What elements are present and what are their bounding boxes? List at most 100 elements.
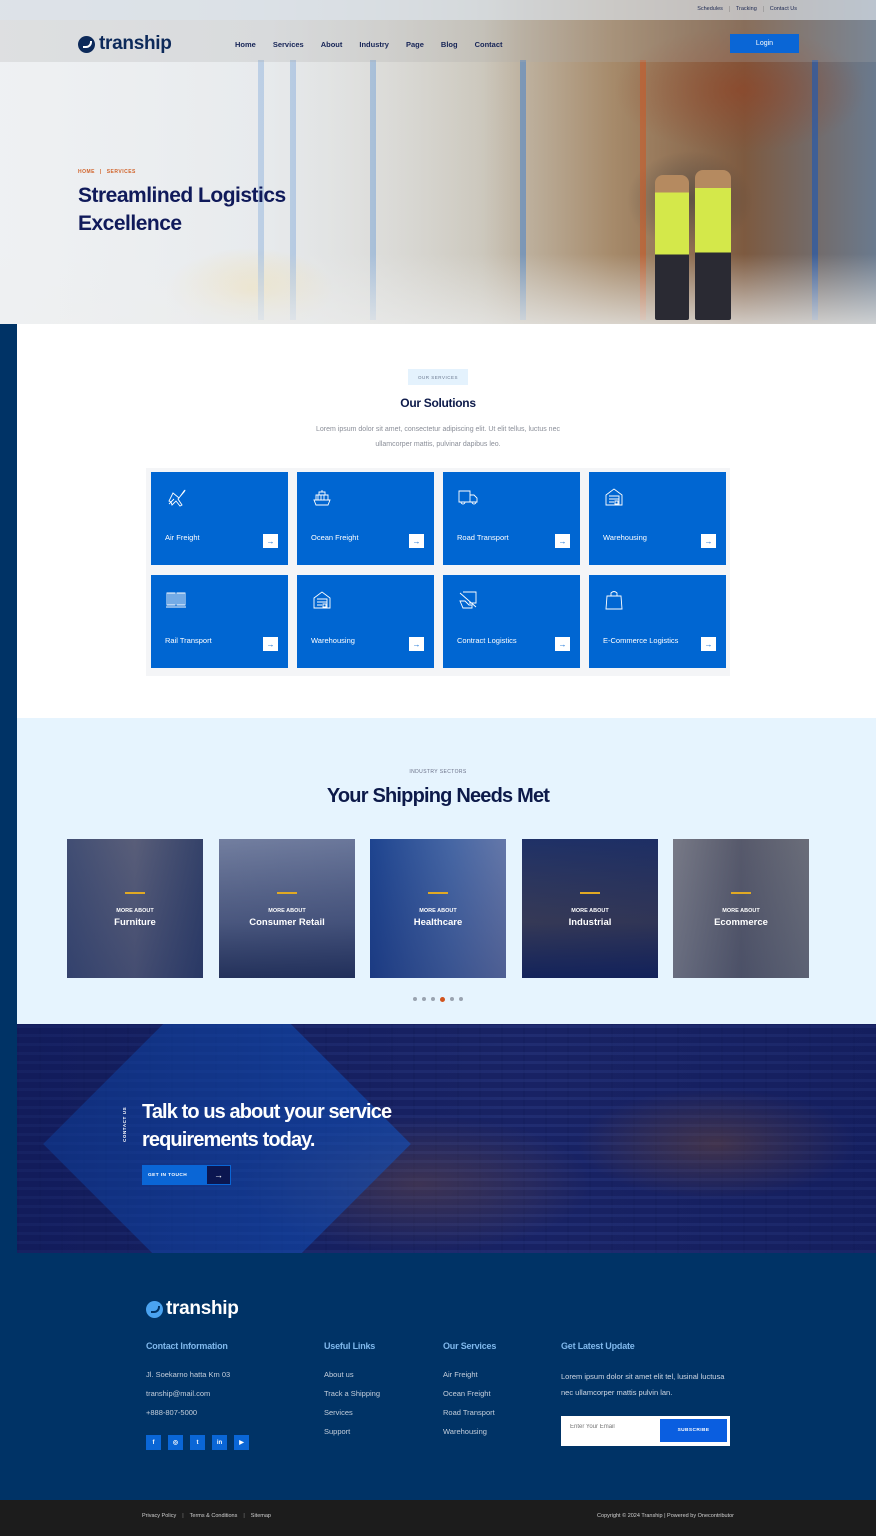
solutions-description: Lorem ipsum dolor sit amet, consectetur … — [316, 426, 560, 448]
service-card-label: Road Transport — [457, 533, 509, 542]
footer-contact-heading: Contact Information — [146, 1341, 228, 1351]
industry-kicker: INDUSTRY SECTORS — [409, 769, 467, 775]
service-card[interactable]: E-Commerce Logistics → — [589, 575, 726, 668]
cta-title: Talk to us about your service requiremen… — [142, 1101, 392, 1151]
service-card[interactable]: Warehousing → — [589, 472, 726, 565]
service-card[interactable]: Rail Transport → — [151, 575, 288, 668]
get-in-touch-button[interactable]: GET IN TOUCH → — [142, 1165, 231, 1185]
footer-email[interactable]: tranship@mail.com — [146, 1388, 230, 1407]
carousel-dot[interactable] — [422, 997, 426, 1001]
breadcrumb-current: SERVICES — [106, 169, 136, 175]
terms-link[interactable]: Terms & Conditions — [190, 1513, 238, 1519]
footer-logo[interactable]: tranship — [146, 1298, 239, 1320]
nav-item-about[interactable]: About — [321, 40, 343, 49]
arrow-right-icon[interactable]: → — [409, 637, 424, 651]
arrow-right-icon: → — [206, 1165, 231, 1185]
logo-mark-icon — [146, 1300, 163, 1318]
linkedin-icon[interactable]: in — [212, 1435, 227, 1450]
industry-card[interactable]: MORE ABOUT Consumer Retail — [219, 839, 355, 978]
industry-card-name: Industrial — [568, 917, 612, 928]
divider: | — [182, 1513, 184, 1519]
service-card[interactable]: Warehousing → — [297, 575, 434, 668]
industry-card[interactable]: MORE ABOUT Healthcare — [370, 839, 506, 978]
subscribe-button[interactable]: SUBSCRIBE — [660, 1419, 727, 1442]
truck-icon — [458, 490, 478, 505]
service-card-label: Warehousing — [603, 533, 647, 542]
nav-item-page[interactable]: Page — [406, 40, 424, 49]
footer-service-road[interactable]: Road Transport — [443, 1407, 496, 1426]
arrow-right-icon[interactable]: → — [701, 534, 716, 548]
social-links: f ◎ t in ▶ — [146, 1435, 249, 1450]
service-card[interactable]: Ocean Freight → — [297, 472, 434, 565]
footer-link-about[interactable]: About us — [324, 1369, 380, 1388]
login-button[interactable]: Login — [730, 34, 799, 53]
accent-bar — [125, 892, 145, 894]
footer-service-air[interactable]: Air Freight — [443, 1369, 496, 1388]
footer-brand-name: tranship — [166, 1298, 239, 1319]
brand-logo[interactable]: tranship — [78, 33, 172, 55]
industry-card-kicker: MORE ABOUT — [268, 908, 306, 914]
carousel-dot[interactable] — [431, 997, 435, 1001]
nav-item-home[interactable]: Home — [235, 40, 256, 49]
arrow-right-icon[interactable]: → — [555, 534, 570, 548]
service-card-label: Rail Transport — [165, 636, 212, 645]
industry-card-kicker: MORE ABOUT — [722, 908, 760, 914]
service-card[interactable]: Contract Logistics → — [443, 575, 580, 668]
footer-address: Jl. Soekarno hatta Km 03 — [146, 1370, 231, 1379]
accent-bar — [731, 892, 751, 894]
carousel-dot[interactable] — [459, 997, 463, 1001]
footer-link-services[interactable]: Services — [324, 1407, 380, 1426]
twitter-icon[interactable]: t — [190, 1435, 205, 1450]
airplane-icon — [168, 489, 186, 507]
footer-service-ocean[interactable]: Ocean Freight — [443, 1388, 496, 1407]
sitemap-link[interactable]: Sitemap — [251, 1513, 271, 1519]
topbar-link-tracking[interactable]: Tracking — [728, 6, 763, 12]
facebook-icon[interactable]: f — [146, 1435, 161, 1450]
nav-item-services[interactable]: Services — [273, 40, 304, 49]
breadcrumb-home[interactable]: HOME — [78, 169, 95, 175]
footer-link-track[interactable]: Track a Shipping — [324, 1388, 380, 1407]
footer-services-heading: Our Services — [443, 1341, 497, 1351]
hero-worker-image — [695, 170, 731, 320]
footer-useful-links-heading: Useful Links — [324, 1341, 376, 1351]
newsletter-email-input[interactable] — [570, 1424, 655, 1430]
industry-card[interactable]: MORE ABOUT Ecommerce — [673, 839, 809, 978]
footer-service-warehousing[interactable]: Warehousing — [443, 1426, 496, 1445]
arrow-right-icon[interactable]: → — [409, 534, 424, 548]
industry-card[interactable]: MORE ABOUT Industrial — [522, 839, 658, 978]
carousel-dot[interactable] — [413, 997, 417, 1001]
get-in-touch-label: GET IN TOUCH — [142, 1165, 206, 1185]
service-card[interactable]: Air Freight → — [151, 472, 288, 565]
hand-package-icon — [459, 591, 477, 609]
topbar-link-contact[interactable]: Contact Us — [762, 6, 803, 12]
nav-item-contact[interactable]: Contact — [475, 40, 503, 49]
footer-services-column: Our Services Air Freight Ocean Freight R… — [443, 1341, 496, 1445]
arrow-right-icon[interactable]: → — [263, 637, 278, 651]
carousel-dot[interactable] — [450, 997, 454, 1001]
hero-title: Streamlined Logistics Excellence — [78, 184, 286, 235]
footer — [0, 1253, 876, 1500]
arrow-right-icon[interactable]: → — [555, 637, 570, 651]
topbar-link-schedules[interactable]: Schedules — [691, 6, 729, 12]
accent-bar — [277, 892, 297, 894]
accent-bar — [580, 892, 600, 894]
arrow-right-icon[interactable]: → — [263, 534, 278, 548]
industry-card-name: Consumer Retail — [249, 917, 325, 928]
accent-bar — [428, 892, 448, 894]
nav-item-industry[interactable]: Industry — [359, 40, 389, 49]
youtube-icon[interactable]: ▶ — [234, 1435, 249, 1450]
privacy-policy-link[interactable]: Privacy Policy — [142, 1513, 176, 1519]
footer-link-support[interactable]: Support — [324, 1426, 380, 1445]
arrow-right-icon[interactable]: → — [701, 637, 716, 651]
cargo-ship-icon — [313, 490, 331, 506]
nav-item-blog[interactable]: Blog — [441, 40, 458, 49]
footer-useful-links-column: Useful Links About us Track a Shipping S… — [324, 1341, 380, 1445]
footer-newsletter-text: Lorem ipsum dolor sit amet elit tel, lus… — [561, 1372, 725, 1397]
industry-card-name: Furniture — [114, 917, 156, 928]
instagram-icon[interactable]: ◎ — [168, 1435, 183, 1450]
industry-card-name: Healthcare — [413, 917, 463, 928]
carousel-dot[interactable] — [440, 996, 445, 1002]
service-card[interactable]: Road Transport → — [443, 472, 580, 565]
footer-phone[interactable]: +888-807-5000 — [146, 1407, 230, 1426]
industry-card[interactable]: MORE ABOUT Furniture — [67, 839, 203, 978]
